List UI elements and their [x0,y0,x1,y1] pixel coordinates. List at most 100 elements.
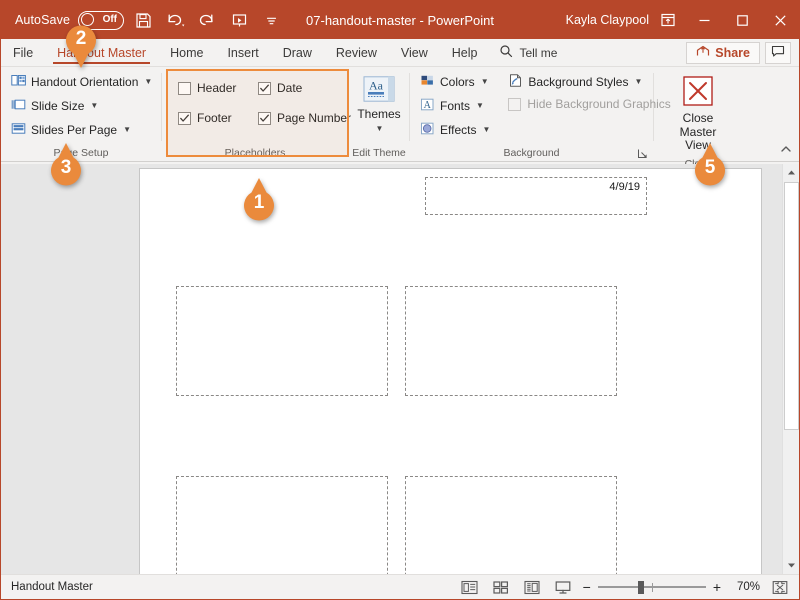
collapse-ribbon-icon[interactable] [779,142,793,159]
share-label: Share [715,45,750,60]
slide-sorter-icon[interactable] [490,578,512,596]
slide-size-button[interactable]: Slide Size ▼ [7,95,156,116]
share-button[interactable]: Share [686,41,760,64]
share-icon [696,44,710,61]
powerpoint-window: AutoSave Off 07-handout-master - PowerPo… [0,0,800,600]
slides-per-page-button[interactable]: Slides Per Page ▼ [7,119,156,140]
vertical-scrollbar[interactable] [782,164,799,574]
zoom-track-thumb[interactable] [637,580,644,594]
group-label-placeholders: Placeholders [224,147,286,159]
background-dialog-launcher[interactable] [637,148,649,160]
date-checkbox-box [258,81,271,95]
quick-access-toolbar: AutoSave Off [1,7,284,33]
fonts-button[interactable]: A Fonts ▼ [416,95,494,116]
slide-placeholder-3[interactable] [176,476,388,574]
scrollbar-thumb[interactable] [784,182,799,430]
tab-draw[interactable]: Draw [271,39,324,66]
fonts-label: Fonts [440,98,471,113]
check-icon [180,114,189,122]
handout-master-workarea: 4/9/19 [1,164,799,574]
background-styles-label: Background Styles [528,74,629,89]
normal-view-icon[interactable] [459,578,481,596]
checkbox-date[interactable]: Date [258,81,351,95]
redo-icon[interactable] [194,7,220,33]
undo-icon[interactable] [162,7,188,33]
comment-button[interactable] [765,41,791,64]
colors-icon [420,73,435,91]
zoom-slider[interactable]: − + [583,579,721,595]
hide-background-graphics-checkbox-box [508,97,522,111]
tab-review[interactable]: Review [324,39,389,66]
slide-placeholder-2[interactable] [405,286,617,396]
handout-orientation-icon [11,73,26,91]
svg-text:A: A [424,100,432,111]
effects-button[interactable]: Effects ▼ [416,119,494,140]
maximize-button[interactable] [723,1,761,39]
background-styles-button[interactable]: Background Styles ▼ [504,71,674,92]
app-name: PowerPoint [427,12,494,28]
zoom-out-button[interactable]: − [583,579,591,595]
slide-placeholder-1[interactable] [176,286,388,396]
customize-qat-icon[interactable] [258,7,284,33]
checkbox-page-number-label: Page Number [277,111,352,125]
scroll-down-icon[interactable] [783,557,799,574]
checkbox-date-label: Date [277,81,303,95]
effects-icon [420,121,435,139]
chevron-down-icon: ▼ [482,125,491,134]
close-button[interactable] [761,1,799,39]
svg-text:Aa: Aa [369,79,384,93]
effects-label: Effects [440,122,477,137]
scroll-up-icon[interactable] [783,164,799,181]
tab-help[interactable]: Help [440,39,490,66]
tell-me-label: Tell me [519,45,558,60]
tab-view[interactable]: View [389,39,440,66]
ribbon-tab-strip: File Handout Master Home Insert Draw Rev… [1,39,799,67]
ribbon-group-placeholders: Header Date Footer Page Number Placehold… [162,67,351,161]
date-placeholder[interactable]: 4/9/19 [425,177,647,215]
zoom-level-label[interactable]: 70% [730,581,760,593]
handout-orientation-button[interactable]: Handout Orientation ▼ [7,71,156,92]
account-name[interactable]: Kayla Claypool [566,1,649,39]
ribbon-group-background: Colors ▼ A Fonts ▼ Effects ▼ Background … [410,67,671,161]
status-bar: Handout Master − + 70% [1,574,799,599]
fit-to-window-icon[interactable] [769,578,791,596]
minimize-button[interactable] [685,1,723,39]
handout-page[interactable]: 4/9/19 [140,169,761,574]
status-bar-right: − + 70% [459,578,799,596]
callout-badge-3-number: 3 [60,157,72,178]
ribbon-display-options-icon[interactable] [655,1,681,39]
window-controls [685,1,799,39]
themes-button[interactable]: Aa Themes ▼ [349,73,408,136]
checkbox-header[interactable]: Header [178,81,254,95]
chevron-down-icon: ▼ [144,77,153,86]
slide-placeholder-4[interactable] [405,476,617,574]
checkbox-footer-label: Footer [197,111,232,125]
title-bar: AutoSave Off 07-handout-master - PowerPo… [1,1,799,39]
checkbox-footer[interactable]: Footer [178,111,254,125]
tab-file[interactable]: File [1,39,45,66]
chevron-down-icon: ▼ [123,125,131,134]
start-slideshow-icon[interactable] [226,7,252,33]
colors-button[interactable]: Colors ▼ [416,71,494,92]
ribbon: Handout Orientation ▼ Slide Size ▼ Slide… [1,67,799,170]
autosave-state-label: Off [102,14,118,25]
zoom-in-button[interactable]: + [713,579,721,595]
fonts-icon: A [420,97,435,115]
tab-insert[interactable]: Insert [215,39,270,66]
zoom-track[interactable] [597,580,706,594]
check-icon [260,84,269,92]
document-title: 07-handout-master [306,12,416,28]
callout-badge-3: 3 [43,142,89,188]
footer-checkbox-box [178,111,191,125]
tab-home[interactable]: Home [158,39,215,66]
reading-view-icon[interactable] [521,578,543,596]
check-icon [260,114,269,122]
slideshow-icon[interactable] [552,578,574,596]
tell-me-box[interactable]: Tell me [489,39,567,66]
callout-badge-2-number: 2 [75,28,87,49]
checkbox-page-number[interactable]: Page Number [258,111,351,125]
status-view-name: Handout Master [11,581,93,593]
checkbox-hide-background-graphics-label: Hide Background Graphics [527,97,671,111]
checkbox-hide-background-graphics[interactable]: Hide Background Graphics [504,95,674,113]
save-icon[interactable] [130,7,156,33]
